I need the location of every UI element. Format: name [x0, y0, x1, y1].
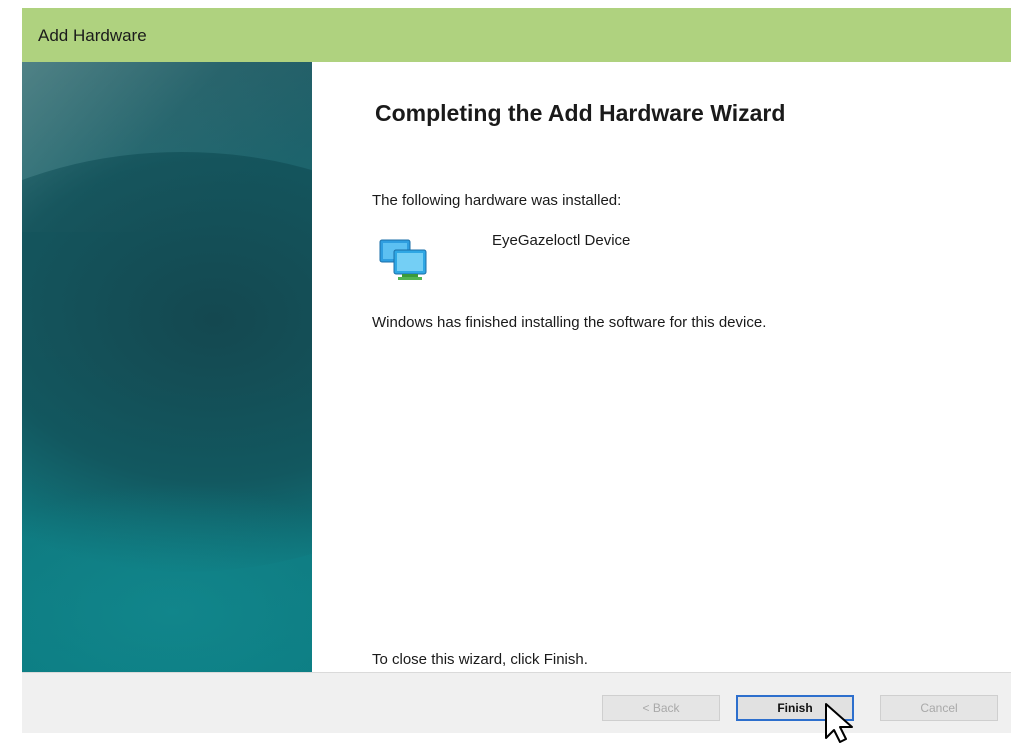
- wizard-content: Completing the Add Hardware Wizard The f…: [372, 62, 992, 672]
- wizard-body: Completing the Add Hardware Wizard The f…: [22, 62, 1011, 672]
- wizard-banner-image: [22, 62, 312, 672]
- banner-glow: [22, 482, 312, 672]
- back-button[interactable]: < Back: [602, 695, 720, 721]
- install-status-text: Windows has finished installing the soft…: [372, 314, 767, 331]
- add-hardware-window: Add Hardware Completing the Add Hardware…: [0, 0, 1011, 743]
- mouse-cursor-icon: [825, 703, 853, 743]
- monitor-device-icon: [379, 239, 427, 280]
- installed-label: The following hardware was installed:: [372, 192, 622, 209]
- wizard-heading: Completing the Add Hardware Wizard: [375, 100, 786, 126]
- installed-device-item: EyeGazeloctl Device: [372, 228, 872, 288]
- window-title: Add Hardware: [38, 26, 147, 45]
- close-hint-text: To close this wizard, click Finish.: [372, 651, 588, 668]
- cancel-button[interactable]: Cancel: [880, 695, 998, 721]
- title-bar[interactable]: Add Hardware: [22, 8, 1011, 62]
- device-name: EyeGazeloctl Device: [492, 232, 631, 249]
